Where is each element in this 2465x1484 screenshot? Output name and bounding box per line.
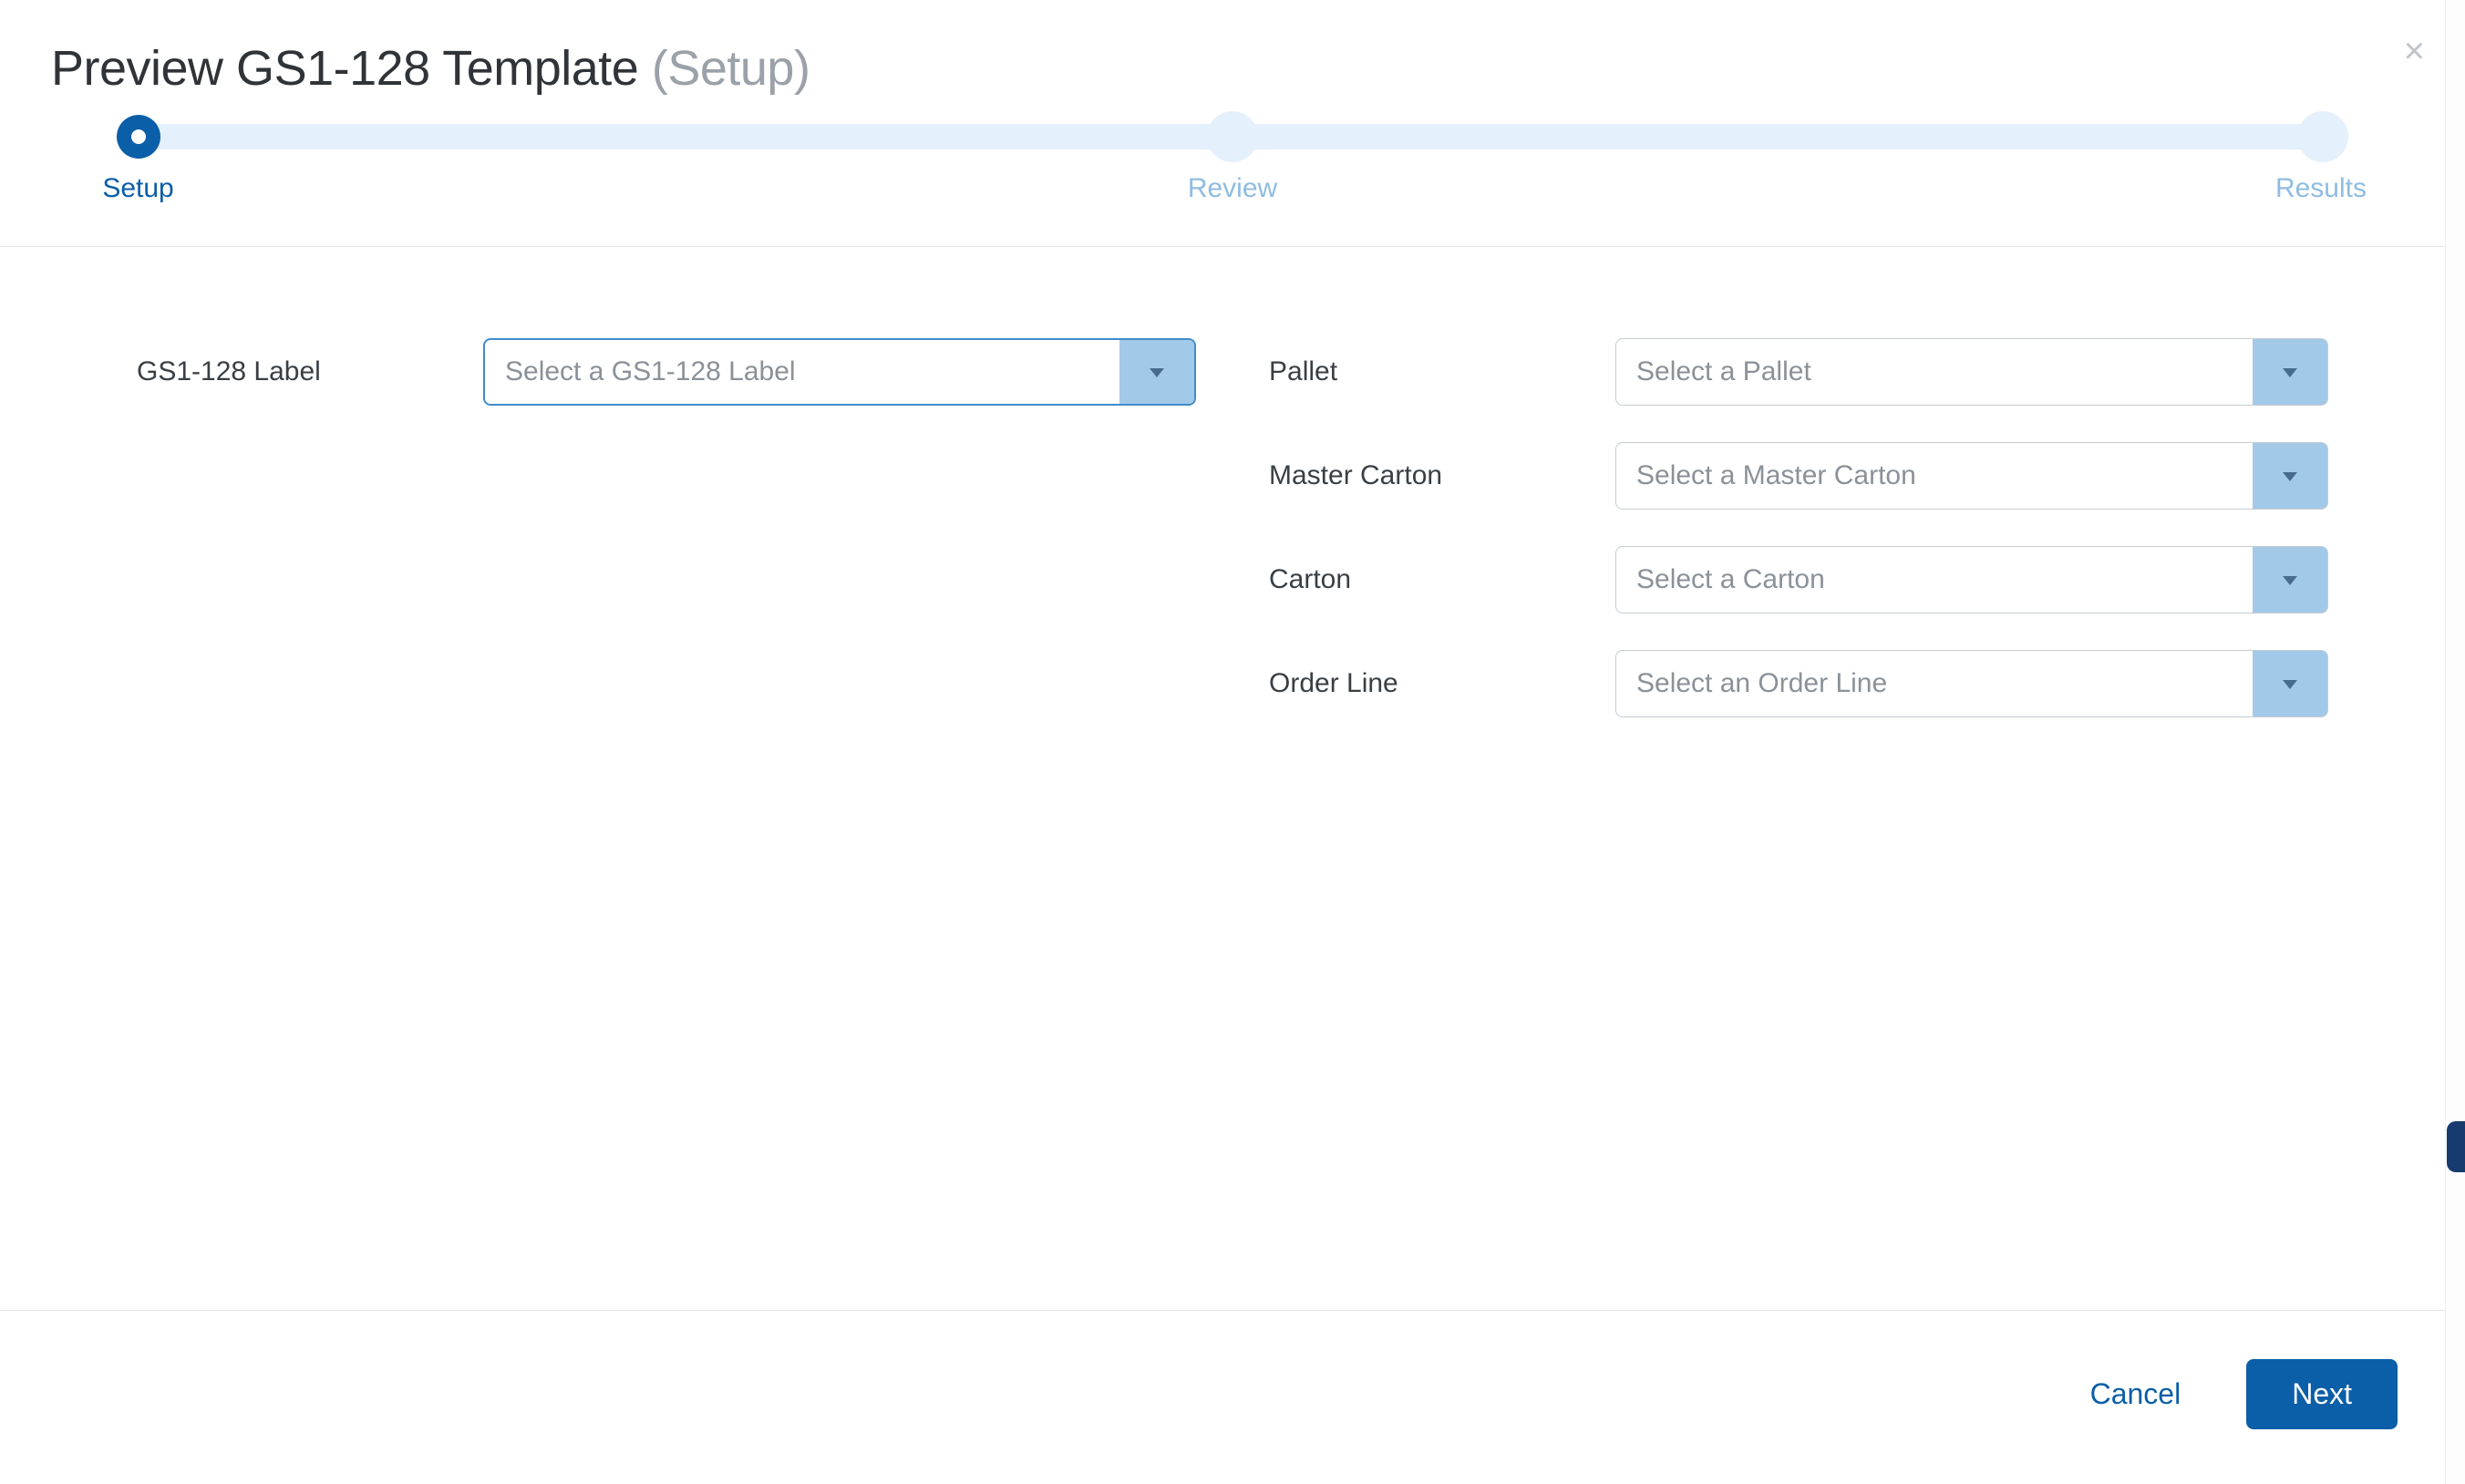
chevron-down-icon xyxy=(2253,339,2327,405)
label-carton: Carton xyxy=(1269,564,1615,595)
step-dot-results[interactable] xyxy=(2297,111,2348,162)
form-area: GS1-128 Label Select a GS1-128 Label Pal… xyxy=(0,247,2465,717)
select-pallet-placeholder: Select a Pallet xyxy=(1616,356,2253,387)
stepper: Setup Review Results xyxy=(0,97,2465,210)
chevron-down-icon xyxy=(2253,443,2327,509)
step-label-review[interactable]: Review xyxy=(1188,173,1277,204)
chevron-down-icon xyxy=(2253,651,2327,716)
select-gs1-placeholder: Select a GS1-128 Label xyxy=(485,356,1119,387)
form-column-left: GS1-128 Label Select a GS1-128 Label xyxy=(137,338,1232,717)
select-pallet[interactable]: Select a Pallet xyxy=(1615,338,2328,406)
close-icon: × xyxy=(2404,31,2425,71)
select-order-line[interactable]: Select an Order Line xyxy=(1615,650,2328,717)
close-button[interactable]: × xyxy=(2404,33,2425,69)
cancel-button[interactable]: Cancel xyxy=(2090,1377,2181,1411)
select-carton[interactable]: Select a Carton xyxy=(1615,546,2328,613)
field-master-carton: Master Carton Select a Master Carton xyxy=(1269,442,2328,510)
label-gs1: GS1-128 Label xyxy=(137,356,483,387)
preview-template-modal: × Preview GS1-128 Template (Setup) Setup… xyxy=(0,0,2465,1484)
select-master-carton-placeholder: Select a Master Carton xyxy=(1616,460,2253,491)
label-pallet: Pallet xyxy=(1269,356,1615,387)
footer-divider xyxy=(0,1310,2445,1311)
chevron-down-icon xyxy=(1119,340,1194,404)
chevron-down-icon xyxy=(2253,547,2327,613)
select-order-line-placeholder: Select an Order Line xyxy=(1616,668,2253,699)
stepper-bar xyxy=(117,124,2348,149)
field-pallet: Pallet Select a Pallet xyxy=(1269,338,2328,406)
modal-header: Preview GS1-128 Template (Setup) xyxy=(0,0,2465,97)
side-tab-icon[interactable] xyxy=(2447,1121,2465,1172)
scrollbar-track[interactable] xyxy=(2445,0,2465,1484)
title-main: Preview GS1-128 Template xyxy=(51,41,638,96)
next-button[interactable]: Next xyxy=(2246,1359,2398,1429)
select-master-carton[interactable]: Select a Master Carton xyxy=(1615,442,2328,510)
page-title: Preview GS1-128 Template (Setup) xyxy=(51,40,2414,97)
label-master-carton: Master Carton xyxy=(1269,460,1615,491)
field-order-line: Order Line Select an Order Line xyxy=(1269,650,2328,717)
field-carton: Carton Select a Carton xyxy=(1269,546,2328,613)
field-gs1-label: GS1-128 Label Select a GS1-128 Label xyxy=(137,338,1196,406)
title-step: (Setup) xyxy=(652,41,810,96)
step-label-setup[interactable]: Setup xyxy=(102,173,173,204)
step-dot-review[interactable] xyxy=(1207,111,1258,162)
select-gs1-label[interactable]: Select a GS1-128 Label xyxy=(483,338,1196,406)
step-label-results[interactable]: Results xyxy=(2275,173,2367,204)
label-order-line: Order Line xyxy=(1269,668,1615,699)
modal-footer: Cancel Next xyxy=(2090,1359,2398,1429)
select-carton-placeholder: Select a Carton xyxy=(1616,564,2253,595)
step-dot-setup[interactable] xyxy=(117,115,160,159)
form-column-right: Pallet Select a Pallet Master Carton Sel… xyxy=(1232,338,2328,717)
stepper-labels: Setup Review Results xyxy=(117,173,2348,210)
